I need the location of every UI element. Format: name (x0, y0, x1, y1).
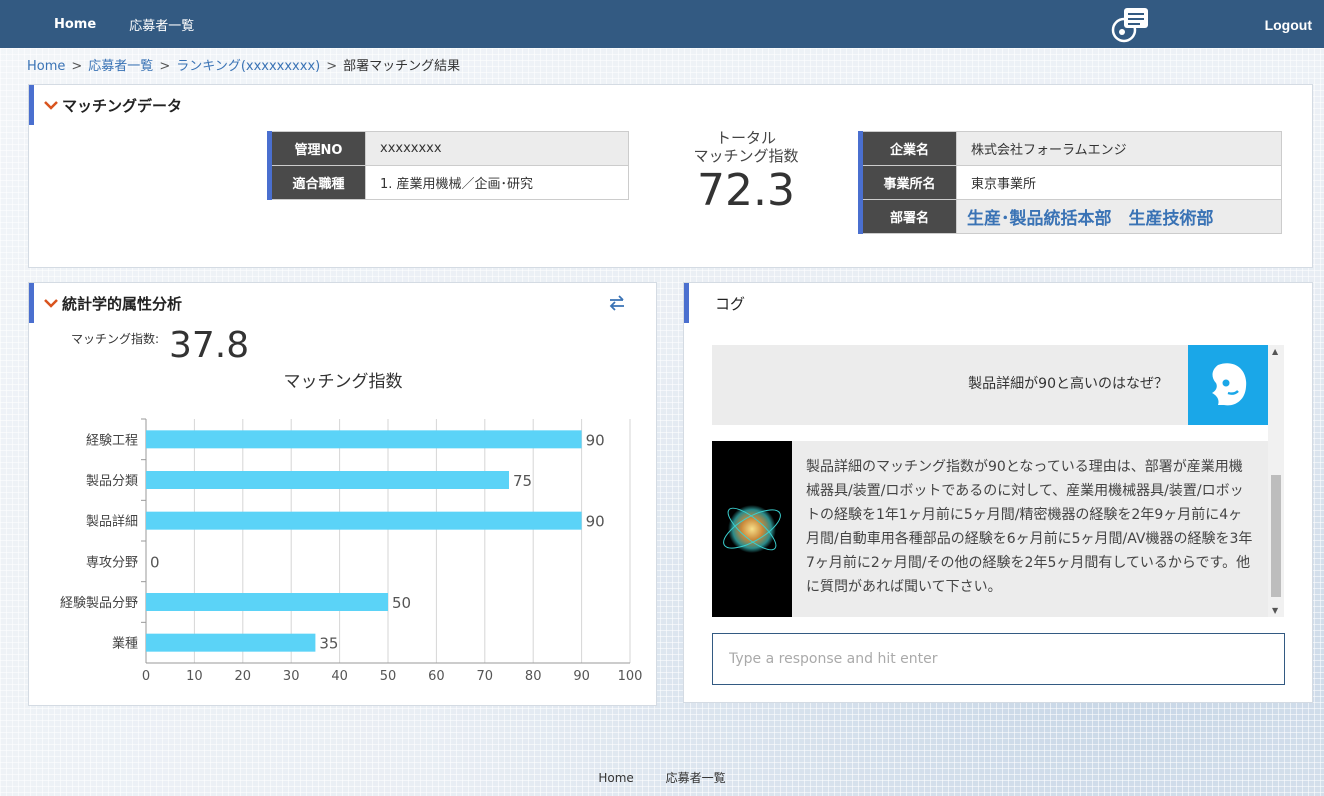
response-input[interactable] (712, 633, 1285, 685)
bot-answer-message: 製品詳細のマッチング指数が90となっている理由は、部署が産業用機械器具/装置/ロ… (712, 441, 1268, 617)
nav-applicants-link[interactable]: 応募者一覧 (129, 15, 194, 34)
footer-home-link[interactable]: Home (598, 771, 633, 785)
chat-history[interactable]: 製品詳細が90と高いのはなぜ？ 製品詳細のマッチング指数が90となっている理由は… (712, 345, 1284, 617)
footer: Home 応募者一覧 (0, 769, 1324, 786)
category-label: 製品詳細 (86, 514, 138, 530)
panel-accent (684, 283, 689, 323)
total-label-2: マッチング指数 (693, 147, 799, 165)
kv-key: 事業所名 (858, 165, 957, 200)
table-row: 適合職種 1. 産業用機械／企画･研究 (267, 165, 629, 200)
bar (146, 471, 509, 489)
matching-data-title: マッチングデータ (62, 96, 183, 115)
table-row: 部署名 生産･製品統括本部 生産技術部 (858, 199, 1282, 234)
scroll-down-icon[interactable]: ▼ (1272, 606, 1278, 615)
x-tick-label: 70 (477, 669, 494, 684)
log-header: コグ (684, 283, 745, 323)
kv-key: 管理NO (267, 131, 366, 166)
category-label: 経験工程 (86, 433, 138, 448)
bar (146, 430, 582, 449)
matching-data-panel: マッチングデータ 管理NO xxxxxxxx 適合職種 1. 産業用機械／企画･… (28, 84, 1313, 268)
x-tick-label: 0 (142, 669, 150, 684)
table-row: 企業名 株式会社フォーラムエンジ (858, 131, 1282, 166)
kv-value: 東京事業所 (956, 165, 1282, 200)
x-tick-label: 90 (573, 669, 590, 684)
log-title: コグ (715, 294, 746, 313)
user-avatar (1188, 345, 1268, 425)
kv-key: 適合職種 (267, 165, 366, 200)
answer-text: 製品詳細のマッチング指数が90となっている理由は、部署が産業用機械器具/装置/ロ… (806, 459, 1253, 595)
data-label: 35 (319, 635, 338, 653)
app-logo-icon[interactable] (1110, 4, 1150, 44)
data-label: 75 (513, 472, 532, 490)
data-label: 0 (150, 553, 160, 571)
user-question-message: 製品詳細が90と高いのはなぜ？ (712, 345, 1268, 425)
question-text: 製品詳細が90と高いのはなぜ？ (968, 376, 1168, 392)
category-label: 専攻分野 (86, 555, 138, 570)
chat-scrollbar[interactable]: ▲ ▼ (1268, 345, 1284, 617)
x-tick-label: 10 (186, 669, 203, 684)
statistics-panel: 統計学的属性分析 マッチング指数: 37.8 マッチング指数 0 10 20 30 40… (28, 282, 657, 706)
company-info-table: 企業名 株式会社フォーラムエンジ 事業所名 東京事業所 部署名 生産･製品統括本… (858, 131, 1282, 234)
x-tick-label: 20 (235, 669, 252, 684)
x-tick-label: 30 (283, 669, 300, 684)
breadcrumb-applicants[interactable]: 応募者一覧 (88, 59, 153, 74)
bot-avatar (712, 441, 792, 617)
breadcrumb: Home > 応募者一覧 > ランキング(xxxxxxxxx) > 部署マッチング結果 (27, 59, 461, 74)
matching-data-header[interactable]: マッチングデータ (29, 85, 182, 125)
kv-key: 部署名 (858, 199, 957, 234)
category-label: 製品分類 (86, 474, 138, 489)
log-panel: コグ 製品詳細が90と高いのはなぜ？ 製品詳細のマッチング指数が90となっている… (683, 282, 1313, 703)
data-label: 90 (586, 431, 605, 449)
breadcrumb-ranking[interactable]: ランキング(xxxxxxxxx) (176, 59, 320, 74)
category-label: 業種 (112, 636, 138, 652)
x-tick-label: 100 (618, 669, 643, 684)
logout-button[interactable]: Logout (1265, 17, 1312, 33)
applicant-info-table: 管理NO xxxxxxxx 適合職種 1. 産業用機械／企画･研究 (267, 131, 629, 200)
footer-applicants-link[interactable]: 応募者一覧 (666, 771, 726, 785)
total-label-1: トータル (715, 129, 776, 147)
bar (146, 633, 316, 652)
scrollbar-thumb[interactable] (1271, 475, 1281, 597)
data-label: 50 (392, 594, 411, 612)
breadcrumb-current: 部署マッチング結果 (343, 59, 461, 74)
ai-orb-icon (723, 505, 781, 553)
x-tick-label: 40 (331, 669, 348, 684)
scroll-up-icon[interactable]: ▲ (1272, 347, 1278, 356)
table-row: 事業所名 東京事業所 (858, 165, 1282, 200)
table-row: 管理NO xxxxxxxx (267, 131, 629, 166)
kv-key: 企業名 (858, 131, 957, 166)
x-tick-label: 60 (428, 669, 445, 684)
bar (146, 593, 388, 611)
kv-value: 株式会社フォーラムエンジ (956, 131, 1282, 166)
kv-value: 1. 産業用機械／企画･研究 (365, 165, 629, 200)
breadcrumb-home[interactable]: Home (27, 59, 65, 74)
total-matching-score: トータル マッチング指数 72.3 (661, 129, 831, 217)
x-tick-label: 80 (525, 669, 542, 684)
department-link[interactable]: 生産･製品統括本部 生産技術部 (956, 199, 1282, 234)
nav-home-link[interactable]: Home (54, 17, 96, 32)
total-value: 72.3 (697, 165, 795, 216)
chevron-down-icon[interactable] (44, 100, 58, 110)
category-label: 経験製品分野 (60, 596, 138, 611)
face-icon (1212, 363, 1247, 406)
top-navbar: Home 応募者一覧 Logout (0, 0, 1324, 48)
panel-accent (29, 85, 34, 125)
x-tick-label: 50 (380, 669, 397, 684)
bar (146, 511, 582, 530)
kv-value: xxxxxxxx (365, 131, 629, 166)
bar-chart: 0 10 20 30 40 50 60 70 80 90 100 経験工程 90 製品分類 75 製品詳細 90… (60, 418, 643, 684)
data-label: 90 (586, 513, 605, 531)
